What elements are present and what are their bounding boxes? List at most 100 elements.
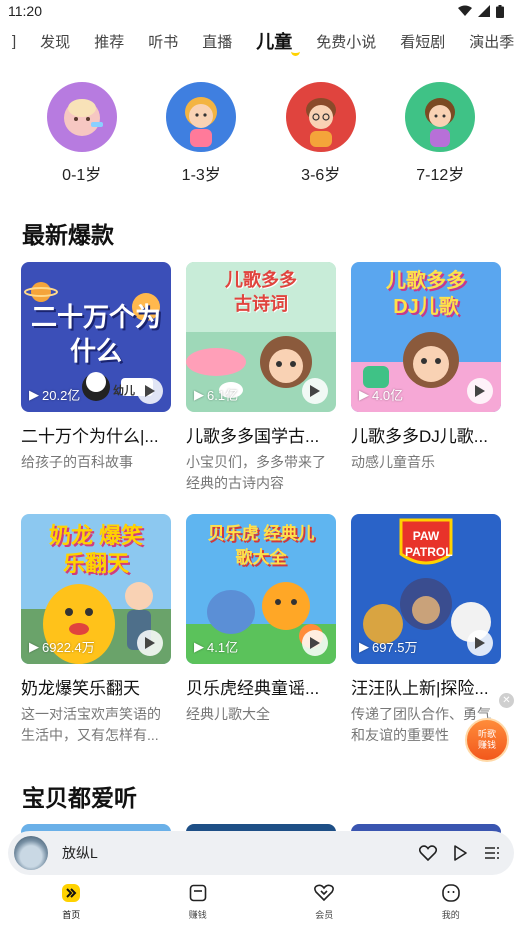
nav-label: 赚钱 [188,910,207,920]
signal-icon [478,5,490,17]
album-title: 汪汪队上新|探险... [351,679,489,698]
status-bar: 11:20 [0,0,522,22]
tab-short-drama[interactable]: 看短剧 [388,31,457,52]
tab-free-novel[interactable]: 免费小说 [304,31,388,52]
play-count-icon: ▶ [359,386,369,402]
album-cover[interactable]: 贝乐虎 经典儿歌大全 ▶ 4.1亿 [186,514,336,664]
album-desc: 经典儿歌大全 [186,706,270,722]
wifi-icon [458,5,472,16]
album-card[interactable]: 贝乐虎 经典儿歌大全 ▶ 4.1亿 贝乐虎经典童谣... 经典儿歌大全 [186,514,336,746]
play-button[interactable] [467,630,493,656]
album-cover[interactable]: 二十万个为什么 幼儿 ▶ 20.2亿 [21,262,171,412]
toddler-avatar-icon [166,82,237,152]
album-desc: 给孩子的百科故事 [21,454,133,470]
album-card[interactable]: 奶龙 爆笑乐翻天 ▶ 6922.4万 奶龙爆笑乐翻天 这一对活宝欢声笑语的生活中，… [21,514,171,746]
age-label: 1-3岁 [181,167,221,184]
play-count-value: 6.1亿 [207,388,239,403]
kid-avatar-icon [405,82,476,152]
play-count: ▶ 4.0亿 [359,385,403,404]
play-button[interactable] [302,630,328,656]
age-group-7-12[interactable]: 7-12岁 [390,82,490,185]
album-title: 儿歌多多DJ儿歌... [351,427,488,446]
nav-earn[interactable]: 赚钱 [158,880,238,928]
age-label: 7-12岁 [416,167,465,184]
tab-live[interactable]: 直播 [190,31,244,52]
album-cover[interactable]: 儿歌多多 古诗词 ▶ 6.1亿 [186,262,336,412]
wallet-icon [187,882,209,904]
play-icon [454,845,467,861]
cover-title-text: 贝乐虎 经典儿歌大全 [207,524,315,567]
mini-player[interactable]: 放纵L [8,831,514,875]
play-count-value: 4.1亿 [207,640,239,655]
baby-avatar-icon [46,82,117,152]
tab-partial[interactable]: ] [10,33,28,50]
section-title-latest: 最新爆款 [22,222,114,248]
play-count: ▶ 697.5万 [359,637,418,656]
cover-tag: 幼儿 [113,385,135,397]
play-icon [475,385,485,397]
album-title: 二十万个为什么|... [21,427,159,446]
album-card[interactable]: 儿歌多多 DJ儿歌 ▶ 4.0亿 儿歌多多DJ儿歌... 动感儿童音乐 [351,262,501,494]
battery-icon [496,4,504,18]
heart-icon [419,845,437,861]
nav-home[interactable]: 首页 [31,880,111,928]
cover-title-text: 儿歌多多 DJ儿歌 [386,270,466,318]
play-button[interactable] [137,378,163,404]
album-cover[interactable]: PAW PATROL ▶ 697.5万 [351,514,501,664]
play-button[interactable] [302,378,328,404]
tab-children[interactable]: 儿童 [244,28,304,56]
bottom-navigation: 首页 赚钱 会员 我的 [0,880,522,928]
vip-heart-icon [313,882,335,904]
nav-profile[interactable]: 我的 [411,880,491,928]
play-button[interactable] [137,630,163,656]
play-count: ▶ 4.1亿 [194,637,238,656]
cover-title-text: 奶龙 爆笑乐翻天 [48,523,144,576]
favorite-button[interactable] [416,841,440,865]
album-desc: 动感儿童音乐 [351,454,435,470]
play-icon [145,385,155,397]
play-count: ▶ 6.1亿 [194,385,238,404]
profile-icon [440,882,462,904]
nav-label: 我的 [441,910,460,920]
album-desc: 小宝贝们，多多带来了经典的古诗内容 [186,454,326,491]
album-cover[interactable]: 奶龙 爆笑乐翻天 ▶ 6922.4万 [21,514,171,664]
section-title-favorites: 宝贝都爱听 [22,785,137,811]
tab-discover[interactable]: 发现 [28,31,82,52]
play-count-value: 20.2亿 [42,388,81,403]
album-card[interactable]: 儿歌多多 古诗词 ▶ 6.1亿 儿歌多多国学古... 小宝贝们，多多带来了经典的古… [186,262,336,494]
nav-label: 首页 [62,910,81,920]
play-count: ▶ 6922.4万 [29,637,95,656]
album-title: 儿歌多多国学古... [186,427,320,446]
album-desc: 这一对活宝欢声笑语的生活中，又有怎样有... [21,706,161,743]
player-artwork[interactable] [14,836,48,870]
reward-line2: 赚钱 [477,740,496,750]
tab-performance[interactable]: 演出季 [457,31,522,52]
category-tabs: ] 发现 推荐 听书 直播 儿童 免费小说 看短剧 演出季 [0,26,522,56]
play-count-value: 6922.4万 [42,640,95,655]
reward-line1: 听歌 [477,729,496,739]
reward-close-button[interactable]: ✕ [499,693,514,708]
nav-label: 会员 [315,910,334,920]
play-pause-button[interactable] [448,841,472,865]
play-count-icon: ▶ [194,638,204,654]
age-group-3-6[interactable]: 3-6岁 [271,82,371,185]
play-button[interactable] [467,378,493,404]
nav-vip[interactable]: 会员 [284,880,364,928]
tab-audiobook[interactable]: 听书 [136,31,190,52]
album-title: 奶龙爆笑乐翻天 [21,679,140,698]
play-count-icon: ▶ [359,638,369,654]
album-card[interactable]: PAW PATROL ▶ 697.5万 汪汪队上新|探险... 传递了团队合作、勇… [351,514,501,746]
cover-title-text: PAW PATROL [405,529,453,559]
play-icon [310,385,320,397]
playlist-button[interactable] [480,841,504,865]
play-icon [475,637,485,649]
album-cover[interactable]: 儿歌多多 DJ儿歌 ▶ 4.0亿 [351,262,501,412]
tab-recommend[interactable]: 推荐 [82,31,136,52]
album-card[interactable]: 二十万个为什么 幼儿 ▶ 20.2亿 二十万个为什么|... 给孩子的百科故事 [21,262,171,494]
album-title: 贝乐虎经典童谣... [186,679,320,698]
age-group-0-1[interactable]: 0-1岁 [32,82,132,185]
status-icons [458,4,504,18]
play-count-icon: ▶ [29,638,39,654]
listen-earn-bubble[interactable]: 听歌 赚钱 [465,718,509,762]
age-group-1-3[interactable]: 1-3岁 [151,82,251,185]
